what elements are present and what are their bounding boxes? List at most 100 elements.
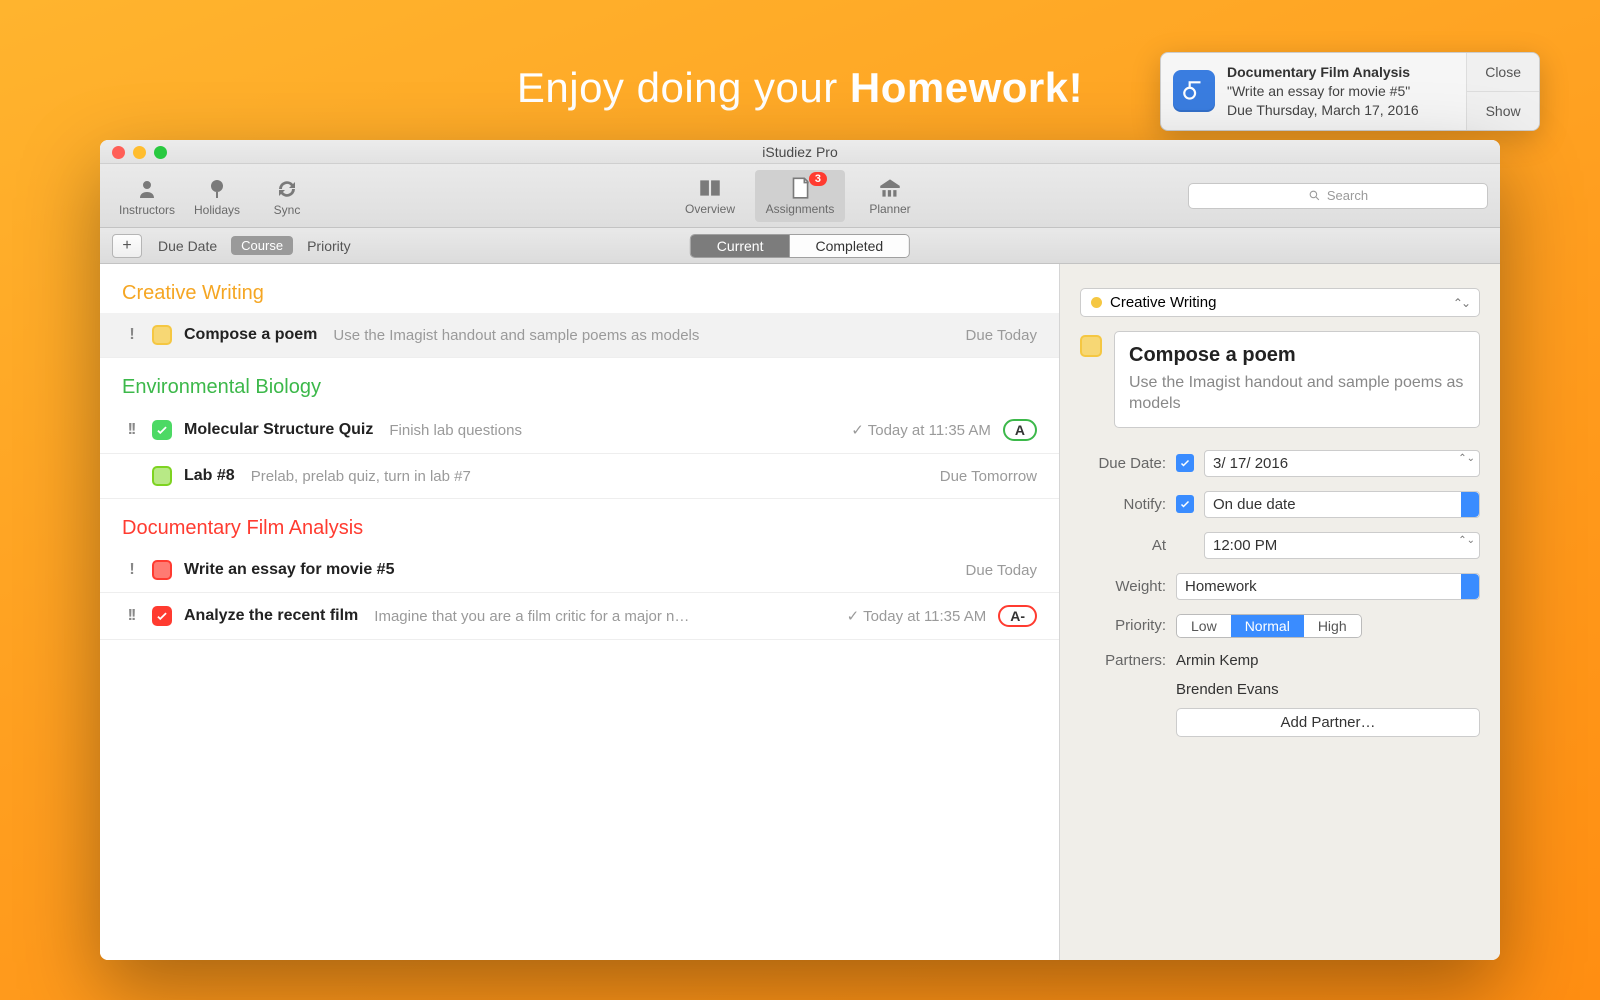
sort-course[interactable]: Course xyxy=(231,236,293,255)
toolbar-left-group: Instructors Holidays Sync xyxy=(112,175,322,217)
label-notify: Notify: xyxy=(1080,496,1166,513)
zoom-window-icon[interactable] xyxy=(154,146,167,159)
assignment-title: Write an essay for movie #5 xyxy=(184,561,394,579)
tab-assignments[interactable]: 3 Assignments xyxy=(755,170,845,222)
label-partners: Partners: xyxy=(1080,652,1166,669)
due-date-input[interactable]: 3/ 17/ 2016⌃⌄ xyxy=(1204,450,1480,477)
assignment-row[interactable]: ! Write an essay for movie #5 Due Today xyxy=(100,548,1059,593)
label-priority: Priority: xyxy=(1080,617,1166,634)
app-window: iStudiez Pro Instructors Holidays Sync O… xyxy=(100,140,1500,960)
window-title: iStudiez Pro xyxy=(762,144,837,160)
sort-priority[interactable]: Priority xyxy=(307,238,351,254)
weight-row: Weight: Homework xyxy=(1080,573,1480,600)
sync-button[interactable]: Sync xyxy=(252,175,322,217)
checkbox-checked[interactable] xyxy=(152,606,172,626)
time-input[interactable]: 12:00 PM ⌃⌄ xyxy=(1204,532,1480,559)
add-button[interactable]: + xyxy=(112,234,142,258)
close-window-icon[interactable] xyxy=(112,146,125,159)
notification-close-button[interactable]: Close xyxy=(1467,53,1539,91)
stepper-icon[interactable]: ⌃⌄ xyxy=(1458,453,1475,464)
course-select[interactable]: Creative Writing ⌃⌄ xyxy=(1080,288,1480,317)
segment-current[interactable]: Current xyxy=(691,235,790,257)
course-color-dot xyxy=(1091,297,1102,308)
balloon-icon xyxy=(182,175,252,203)
detail-panel: Creative Writing ⌃⌄ Compose a poem Use t… xyxy=(1060,264,1500,960)
tab-label: Assignments xyxy=(755,202,845,216)
search-input[interactable]: Search xyxy=(1188,183,1488,209)
checkbox[interactable] xyxy=(152,325,172,345)
assignment-row[interactable]: !! Molecular Structure Quiz Finish lab q… xyxy=(100,407,1059,454)
paper-icon: 3 xyxy=(755,174,845,202)
due-date-toggle[interactable] xyxy=(1176,454,1194,472)
due-label: ✓ Today at 11:35 AM xyxy=(847,607,987,625)
checkbox-checked[interactable] xyxy=(152,420,172,440)
notification-due: Due Thursday, March 17, 2016 xyxy=(1227,101,1419,120)
assignment-row[interactable]: !! Analyze the recent film Imagine that … xyxy=(100,593,1059,640)
partner-name: Brenden Evans xyxy=(1176,681,1480,698)
toolbar-label: Holidays xyxy=(182,203,252,217)
notify-toggle[interactable] xyxy=(1176,495,1194,513)
detail-card: Compose a poem Use the Imagist handout a… xyxy=(1080,331,1480,428)
priority-high[interactable]: High xyxy=(1304,615,1361,637)
course-name: Creative Writing xyxy=(1110,294,1216,311)
weight-value: Homework xyxy=(1185,578,1257,595)
holidays-button[interactable]: Holidays xyxy=(182,175,252,217)
status-segment: Current Completed xyxy=(690,234,910,258)
app-icon xyxy=(1173,70,1215,112)
checkbox[interactable] xyxy=(152,560,172,580)
detail-form: Due Date: 3/ 17/ 2016⌃⌄ Notify: On due d… xyxy=(1080,450,1480,737)
partners-row: Partners: Armin Kemp Brenden Evans Add P… xyxy=(1080,652,1480,737)
due-label: Due Today xyxy=(966,562,1037,579)
group-header-env-bio: Environmental Biology xyxy=(100,358,1059,407)
search-icon xyxy=(1308,189,1321,202)
group-header-doc-film: Documentary Film Analysis xyxy=(100,499,1059,548)
partner-name: Armin Kemp xyxy=(1176,652,1480,669)
notification-text: Documentary Film Analysis "Write an essa… xyxy=(1227,63,1419,120)
stepper-icon: ⌃⌄ xyxy=(1453,296,1469,310)
priority-low[interactable]: Low xyxy=(1177,615,1231,637)
assignment-title: Compose a poem xyxy=(184,326,317,344)
sort-due-date[interactable]: Due Date xyxy=(158,238,217,254)
due-label: Due Today xyxy=(966,327,1037,344)
tab-label: Overview xyxy=(665,202,755,216)
assignment-desc: Use the Imagist handout and sample poems… xyxy=(333,327,699,344)
search-placeholder: Search xyxy=(1327,188,1368,203)
label-due: Due Date: xyxy=(1080,455,1166,472)
checkbox[interactable] xyxy=(152,466,172,486)
detail-title: Compose a poem xyxy=(1129,344,1465,367)
assignments-badge: 3 xyxy=(809,172,827,186)
grade-chip: A- xyxy=(998,605,1037,627)
time-value: 12:00 PM xyxy=(1213,537,1277,554)
notify-select[interactable]: On due date xyxy=(1204,491,1480,518)
window-controls xyxy=(112,146,167,159)
add-partner-button[interactable]: Add Partner… xyxy=(1176,708,1480,737)
assignment-row[interactable]: ! Compose a poem Use the Imagist handout… xyxy=(100,313,1059,358)
assignments-list: Creative Writing ! Compose a poem Use th… xyxy=(100,264,1060,960)
grade-chip: A xyxy=(1003,419,1037,441)
stepper-icon[interactable]: ⌃⌄ xyxy=(1458,535,1475,546)
priority-row: Priority: Low Normal High xyxy=(1080,614,1480,638)
priority-mark: ! xyxy=(122,561,140,579)
book-icon xyxy=(665,174,755,202)
detail-checkbox[interactable] xyxy=(1080,335,1102,357)
weight-select[interactable]: Homework xyxy=(1176,573,1480,600)
assignment-title: Analyze the recent film xyxy=(184,607,358,625)
priority-normal[interactable]: Normal xyxy=(1231,615,1304,637)
tab-planner[interactable]: Planner xyxy=(845,170,935,222)
assignment-row[interactable]: Lab #8 Prelab, prelab quiz, turn in lab … xyxy=(100,454,1059,499)
notification-body: "Write an essay for movie #5" xyxy=(1227,82,1419,101)
priority-mark: !! xyxy=(122,607,140,625)
tab-overview[interactable]: Overview xyxy=(665,170,755,222)
person-icon xyxy=(112,175,182,203)
toolbar-label: Instructors xyxy=(112,203,182,217)
due-label: ✓ Today at 11:35 AM xyxy=(851,421,991,439)
notification-content: Documentary Film Analysis "Write an essa… xyxy=(1161,53,1466,130)
minimize-window-icon[interactable] xyxy=(133,146,146,159)
instructors-button[interactable]: Instructors xyxy=(112,175,182,217)
tab-label: Planner xyxy=(845,202,935,216)
due-date-row: Due Date: 3/ 17/ 2016⌃⌄ xyxy=(1080,450,1480,477)
toolbar-right: Search xyxy=(1188,183,1488,209)
segment-completed[interactable]: Completed xyxy=(789,235,909,257)
assignment-desc: Prelab, prelab quiz, turn in lab #7 xyxy=(251,468,471,485)
notification-show-button[interactable]: Show xyxy=(1467,91,1539,130)
